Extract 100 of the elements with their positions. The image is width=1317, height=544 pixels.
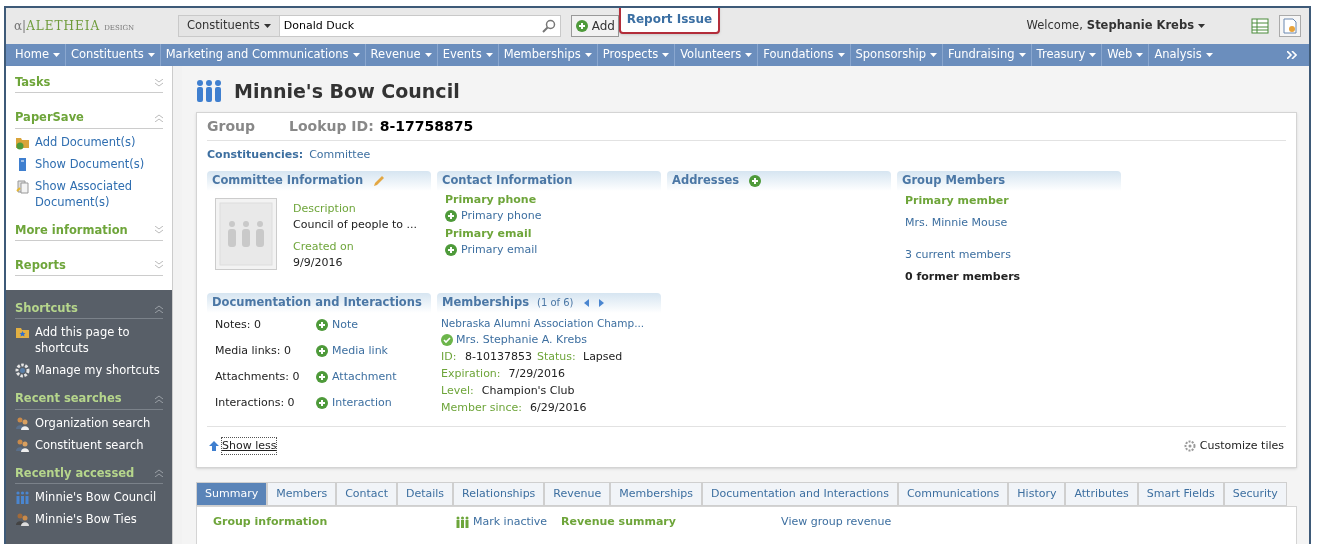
members-count: 0 former members xyxy=(905,268,1022,285)
sidebar-link[interactable]: Add Document(s) xyxy=(35,133,136,150)
sidebar-link[interactable]: Show Document(s) xyxy=(35,155,145,172)
member-link[interactable]: Mrs. Minnie Mouse xyxy=(905,214,1113,231)
tab[interactable]: Communications xyxy=(897,482,1009,506)
add-link[interactable]: Attachment xyxy=(316,368,397,385)
tab[interactable]: Summary xyxy=(196,482,268,506)
tab[interactable]: Revenue xyxy=(544,482,611,506)
field-value: 8-10137853 xyxy=(465,348,533,365)
show-less-link[interactable]: Show less xyxy=(221,436,278,455)
tab[interactable]: Attributes xyxy=(1065,482,1138,506)
lookup-id: 8-17758875 xyxy=(379,117,474,136)
add-link[interactable]: Interaction xyxy=(316,394,392,411)
section-header[interactable]: Reports xyxy=(15,256,163,276)
plus-icon xyxy=(749,174,762,187)
previous-arrow-icon xyxy=(583,298,589,307)
constituency-link[interactable]: Committee xyxy=(309,147,371,164)
field-label: Description xyxy=(293,200,357,217)
group-icon xyxy=(196,79,222,103)
tile-header: Documentation and Interactions xyxy=(207,292,431,313)
section-header[interactable]: Recent searches xyxy=(15,390,163,410)
caret-icon xyxy=(929,53,937,57)
tab[interactable]: History xyxy=(1008,482,1066,506)
sidebar-link[interactable]: Add this page to shortcuts xyxy=(35,324,163,357)
caret-icon xyxy=(147,53,155,57)
report-issue-button[interactable]: Report Issue xyxy=(618,8,721,34)
more-chevron-icon xyxy=(1287,51,1297,59)
help-document-button[interactable] xyxy=(1279,15,1301,37)
member-link[interactable]: Mrs. Stephanie A. Krebs xyxy=(456,331,588,348)
tab[interactable]: Contact xyxy=(336,482,397,506)
sidebar-link[interactable]: Constituent search xyxy=(35,436,144,453)
search-field[interactable]: Constituents Donald Duck xyxy=(178,15,561,37)
count-label: Attachments: 0 xyxy=(215,368,301,385)
group-icon xyxy=(455,516,470,529)
tab[interactable]: Documentation and Interactions xyxy=(702,482,898,506)
section-header[interactable]: Recently accessed xyxy=(15,464,163,484)
spreadsheet-icon xyxy=(1251,18,1269,34)
tab[interactable]: Members xyxy=(267,482,337,506)
user-menu[interactable]: Stephanie Krebs xyxy=(1086,17,1205,35)
sidebar-link[interactable]: Minnie's Bow Ties xyxy=(35,510,137,527)
section-header[interactable]: PaperSave xyxy=(15,109,163,129)
sidebar-link[interactable]: Manage my shortcuts xyxy=(35,362,160,379)
tab[interactable]: Details xyxy=(396,482,454,506)
add-button[interactable]: Add xyxy=(570,15,619,37)
section-header[interactable]: Shortcuts xyxy=(15,300,163,320)
caret-icon xyxy=(263,24,271,28)
page-counter: (1 of 6) xyxy=(537,296,574,310)
record-type: Group xyxy=(207,117,256,136)
caret-icon xyxy=(745,53,753,57)
tab[interactable]: Relationships xyxy=(453,482,545,506)
caret-icon xyxy=(837,53,845,57)
sidebar-splitter[interactable] xyxy=(172,66,182,544)
tile-header: Addresses xyxy=(667,170,891,191)
lookup-label: Lookup ID: xyxy=(289,117,374,136)
members-link[interactable]: 3 current members xyxy=(905,246,1113,263)
add-link[interactable]: Media link xyxy=(316,342,388,359)
search-icon xyxy=(541,19,556,33)
view-revenue-link[interactable]: View group revenue xyxy=(781,514,892,531)
document-icon xyxy=(1283,18,1297,34)
sidebar-link[interactable]: Organization search xyxy=(35,414,151,431)
caret-icon xyxy=(584,53,592,57)
field-value: 9/9/2016 xyxy=(293,254,344,271)
record-title: Minnie's Bow Council xyxy=(234,78,460,104)
constituencies-label: Constituencies: xyxy=(207,147,304,163)
tab[interactable]: Security xyxy=(1223,482,1287,506)
plus-icon xyxy=(316,370,328,383)
add-link[interactable]: Primary phone xyxy=(445,207,653,224)
field-label: Level: xyxy=(441,382,474,399)
section-header[interactable]: More information xyxy=(15,221,163,241)
count-label: Media links: 0 xyxy=(215,342,292,359)
gear-icon xyxy=(1183,439,1196,452)
tab[interactable]: Memberships xyxy=(610,482,702,506)
count-label: Notes: 0 xyxy=(215,316,262,333)
nav-menu-item[interactable]: Home xyxy=(10,44,65,66)
tile-header: Group Members xyxy=(897,170,1121,191)
sidebar-link[interactable]: Minnie's Bow Council xyxy=(35,488,157,505)
plus-icon xyxy=(316,344,328,357)
group-icon xyxy=(15,489,30,505)
scope-dropdown[interactable]: Constituents xyxy=(179,16,280,36)
tile-header: Contact Information xyxy=(437,170,661,191)
field-label: ID: xyxy=(441,348,458,365)
field-label: Expiration: xyxy=(441,365,501,382)
caret-icon xyxy=(1018,53,1026,57)
sidebar-link[interactable]: Show Associated Document(s) xyxy=(35,177,163,210)
section-heading: Group information xyxy=(213,514,329,530)
tile-header: Committee Information xyxy=(207,170,431,191)
people-icon xyxy=(15,437,30,453)
tab[interactable]: Smart Fields xyxy=(1137,482,1224,506)
plus-icon xyxy=(445,243,457,256)
caret-icon xyxy=(1205,53,1213,57)
count-label: Interactions: 0 xyxy=(215,394,296,411)
add-link[interactable]: Primary email xyxy=(445,241,653,258)
section-header[interactable]: Tasks xyxy=(15,74,163,94)
membership-link[interactable]: Nebraska Alumni Association Champ... xyxy=(441,314,645,331)
caret-icon xyxy=(485,53,493,57)
caret-icon xyxy=(1198,24,1205,28)
settings-icon xyxy=(15,363,30,379)
add-link[interactable]: Note xyxy=(316,316,359,333)
customize-tiles-link[interactable]: Customize tiles xyxy=(1199,437,1284,454)
group-photo-placeholder-icon xyxy=(215,197,277,270)
